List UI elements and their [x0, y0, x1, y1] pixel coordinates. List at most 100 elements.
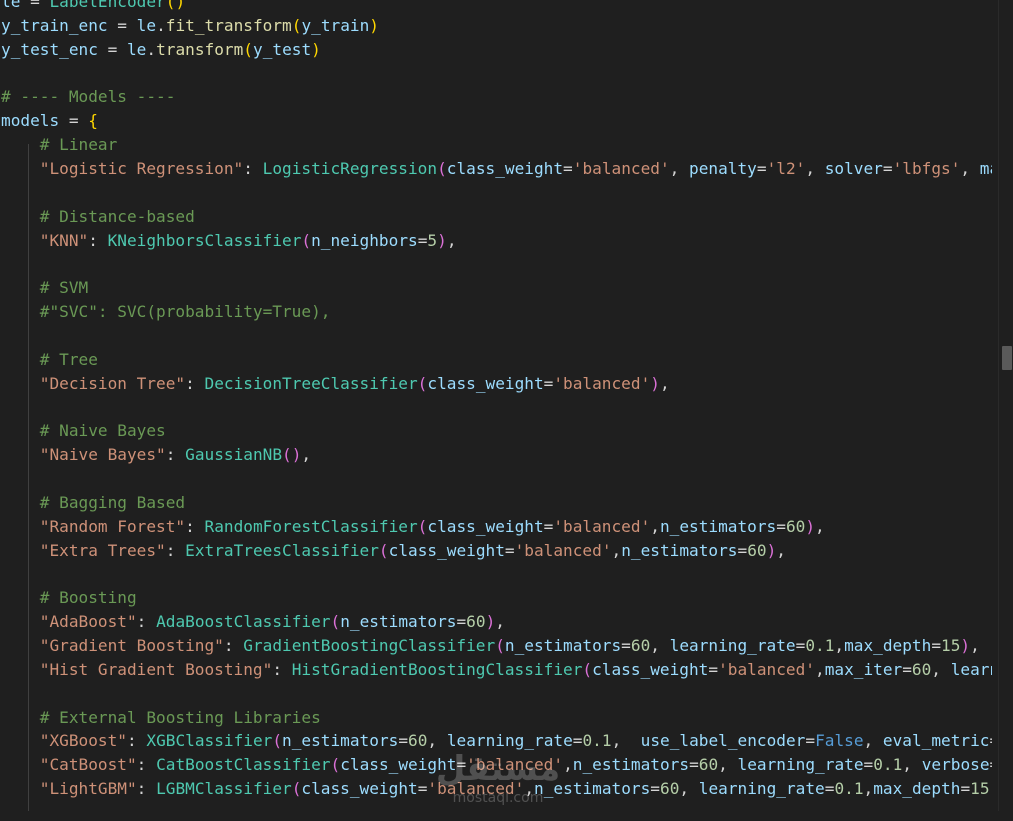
code-token: :	[185, 516, 205, 536]
code-token: ,	[650, 635, 670, 655]
code-token: "Decision Tree"	[39, 373, 186, 393]
code-token: 60	[698, 755, 719, 775]
code-token: "Logistic Regression"	[39, 158, 244, 178]
code-token: ,	[863, 779, 874, 799]
code-token: ,	[805, 158, 825, 178]
code-token: y_test_enc	[1, 39, 98, 59]
code-token: ,	[659, 373, 670, 393]
code-line[interactable]: "Decision Tree": DecisionTreeClassifier(…	[1, 372, 670, 396]
code-line[interactable]: "AdaBoost": AdaBoostClassifier(n_estimat…	[1, 610, 505, 634]
code-token: 15	[941, 635, 961, 655]
code-token: .	[146, 39, 157, 59]
code-token: GaussianNB	[185, 445, 283, 465]
code-token: =	[795, 635, 806, 655]
code-token: (	[495, 635, 505, 655]
code-line[interactable]: # Linear	[1, 133, 118, 157]
code-line[interactable]: "KNN": KNeighborsClassifier(n_neighbors=…	[1, 229, 457, 253]
code-token: # ---- Models ----	[1, 87, 176, 107]
code-line[interactable]: "Extra Trees": ExtraTreesClassifier(clas…	[1, 539, 786, 563]
code-token: n_estimators	[504, 635, 622, 655]
scrollbar-thumb[interactable]	[1002, 346, 1012, 370]
code-line[interactable]: models = {	[1, 109, 98, 133]
vertical-scrollbar[interactable]	[998, 0, 1013, 811]
code-token: (	[437, 158, 447, 178]
code-token: (	[582, 659, 593, 679]
code-line[interactable]: "Gradient Boosting": GradientBoostingCla…	[1, 634, 980, 658]
code-token: ,	[446, 230, 457, 250]
code-token: n_neighbors	[311, 230, 418, 250]
code-token: transform	[156, 39, 244, 59]
code-line[interactable]: # Tree	[1, 348, 98, 372]
code-token: ,	[902, 755, 922, 775]
code-token: # Naive Bayes	[39, 421, 166, 441]
code-line[interactable]: "Naive Bayes": GaussianNB(),	[1, 443, 311, 467]
code-token: fit_transform	[165, 15, 292, 35]
code-token: 'balanced'	[553, 373, 651, 393]
code-line[interactable]: # ---- Models ----	[1, 85, 175, 109]
code-token: =	[689, 755, 699, 775]
code-token: ,	[931, 659, 951, 679]
code-line[interactable]: y_train_enc = le.fit_transform(y_train)	[1, 14, 379, 38]
code-token: )	[369, 15, 379, 35]
code-token: 'lbfgs'	[892, 158, 961, 178]
code-token: 'balanced'	[514, 540, 612, 560]
code-token: class_weight	[301, 779, 418, 799]
code-token: =	[97, 39, 127, 59]
code-token: )	[766, 540, 777, 560]
code-token: )	[650, 373, 660, 393]
code-token: 15	[970, 779, 990, 799]
code-token: 60	[911, 659, 932, 679]
code-token: =	[737, 540, 748, 560]
code-line[interactable]: # Boosting	[1, 586, 137, 610]
code-line[interactable]: y_test_enc = le.transform(y_test)	[1, 38, 321, 62]
code-token: =	[543, 373, 554, 393]
code-token: :	[223, 635, 244, 655]
code-token: learning_rate	[698, 779, 825, 799]
code-token: (	[301, 230, 312, 250]
code-token: =	[990, 755, 992, 774]
code-token: =	[756, 158, 767, 178]
code-line[interactable]: "Random Forest": RandomForestClassifier(…	[1, 515, 825, 539]
code-token: {	[88, 111, 98, 131]
code-token: =	[863, 755, 874, 775]
code-token: "AdaBoost"	[39, 612, 137, 632]
code-line[interactable]: "Hist Gradient Boosting": HistGradientBo…	[1, 658, 992, 682]
code-line[interactable]: # Naive Bayes	[1, 419, 166, 443]
code-line[interactable]: # Bagging Based	[1, 491, 185, 515]
code-line[interactable]: le = LabelEncoder()	[1, 0, 185, 14]
code-token: "KNN"	[39, 230, 89, 250]
code-token: =	[543, 516, 554, 536]
code-line[interactable]: # External Boosting Libraries	[1, 706, 321, 730]
code-token: =	[398, 731, 409, 751]
code-line[interactable]: #"SVC": SVC(probability=True),	[1, 300, 331, 324]
code-token: le	[136, 15, 157, 35]
code-line[interactable]: # SVM	[1, 276, 88, 300]
code-token: 60	[660, 779, 680, 799]
code-token: 'balanced'	[572, 158, 670, 178]
code-token: GradientBoostingClassifier	[243, 635, 496, 655]
code-token: =	[931, 635, 942, 655]
code-token: =	[990, 731, 993, 750]
code-token: n_estimators	[282, 731, 399, 751]
code-line[interactable]: "Logistic Regression": LogisticRegressio…	[1, 157, 992, 181]
code-token: models	[1, 111, 60, 131]
code-token: ()	[165, 0, 186, 11]
code-token: (	[291, 15, 302, 35]
code-line[interactable]: # Distance-based	[1, 205, 195, 229]
code-token: ,	[679, 779, 699, 799]
code-editor[interactable]: le = LabelEncoder() y_train_enc = le.fit_…	[0, 0, 992, 821]
code-token: 60	[630, 635, 651, 655]
code-token: ,	[301, 445, 312, 465]
code-token: =	[107, 15, 137, 35]
code-token: y_test	[253, 39, 312, 59]
code-token: 0.1	[805, 635, 835, 655]
code-token: 60	[785, 516, 806, 536]
code-token: ()	[282, 445, 302, 465]
code-token: ,	[960, 158, 980, 178]
